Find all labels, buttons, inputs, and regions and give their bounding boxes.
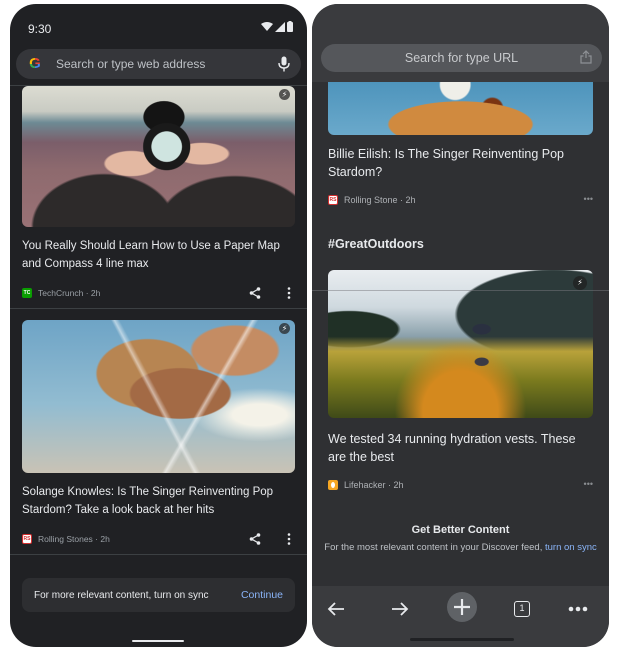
article-image-runner[interactable]: ⚡ [328,270,593,418]
gesture-home-bar[interactable] [410,638,514,641]
back-button[interactable] [324,598,348,620]
menu-button[interactable] [566,598,590,620]
share-icon[interactable] [249,533,261,545]
more-vert-icon[interactable] [287,287,291,299]
article-title[interactable]: Billie Eilish: Is The Singer Reinventing… [328,146,593,181]
plus-icon [454,599,470,615]
tab-count: 1 [514,601,530,617]
article-source: Lifehacker · 2h [344,480,404,490]
article-meta: RS Rolling Stone · 2h [328,195,416,205]
share-icon[interactable] [580,50,592,64]
battery-icon [287,21,293,32]
article-image-solange[interactable]: ⚡ [22,320,295,473]
get-better-text: For the most relevant content in your Di… [324,542,543,553]
status-bar: 9:30 [10,4,307,48]
more-horiz-icon[interactable]: ••• [584,479,593,489]
more-horiz-icon [568,606,588,612]
amp-lightning-icon: ⚡ [279,323,290,334]
omnibox[interactable]: Search for type URL [321,44,602,72]
forward-button[interactable] [388,598,412,620]
ios-phone: Search for type URL Billie Eilish: Is Th… [312,4,609,647]
article-title[interactable]: You Really Should Learn How to Use a Pap… [22,238,292,273]
article-title[interactable]: We tested 34 running hydration vests. Th… [328,431,593,466]
card-divider [10,308,307,309]
lifehacker-favicon-icon [328,480,338,490]
section-heading: #GreatOutdoors [328,237,424,251]
card-divider [10,554,307,555]
article-image-compass[interactable]: ⚡ [22,86,295,227]
rolling-stone-favicon-icon: RS [22,534,32,544]
omnibox-placeholder[interactable]: Search or type web address [56,57,277,71]
microphone-icon[interactable] [277,56,291,72]
article-source: TechCrunch · 2h [38,288,101,298]
more-vert-icon[interactable] [287,533,291,545]
sync-promo-message: For more relevant content, turn on sync [34,589,209,601]
omnibox-placeholder[interactable]: Search for type URL [405,51,518,65]
status-time: 9:30 [28,22,52,36]
rolling-stone-favicon-icon: RS [328,195,338,205]
amp-lightning-icon: ⚡ [573,276,587,290]
get-better-heading: Get Better Content [411,524,510,536]
arrow-back-icon [327,602,344,616]
google-logo-icon: G [27,56,43,72]
article-meta: Lifehacker · 2h [328,480,404,490]
amp-lightning-icon: ⚡ [279,89,290,100]
wifi-icon [261,21,273,31]
cell-signal-icon [275,21,285,32]
continue-button[interactable]: Continue [241,589,283,601]
article-source: Rolling Stones · 2h [38,534,110,544]
article-source: Rolling Stone · 2h [344,195,416,205]
arrow-forward-icon [392,602,409,616]
omnibox[interactable]: G Search or type web address [16,49,301,79]
tab-switcher-button[interactable]: 1 [510,598,534,620]
get-better-content: Get Better Content For the most relevant… [312,524,609,555]
share-icon[interactable] [249,287,261,299]
turn-on-sync-link[interactable]: turn on sync [545,542,597,553]
techcrunch-favicon-icon: TC [22,288,32,298]
article-meta: TC TechCrunch · 2h [22,288,100,298]
article-meta: RS Rolling Stones · 2h [22,534,110,544]
article-image-billie[interactable] [328,82,593,135]
new-tab-button[interactable] [447,592,477,622]
article-title[interactable]: Solange Knowles: Is The Singer Reinventi… [22,484,292,519]
gesture-home-bar[interactable] [132,640,184,642]
get-better-body: For the most relevant content in your Di… [312,540,609,555]
overlay-divider [312,290,609,291]
android-phone: 9:30 G Search or type web address ⚡ You … [10,4,307,647]
system-icons [261,21,293,32]
sync-promo-card: For more relevant content, turn on sync … [22,578,295,612]
more-horiz-icon[interactable]: ••• [584,194,593,204]
